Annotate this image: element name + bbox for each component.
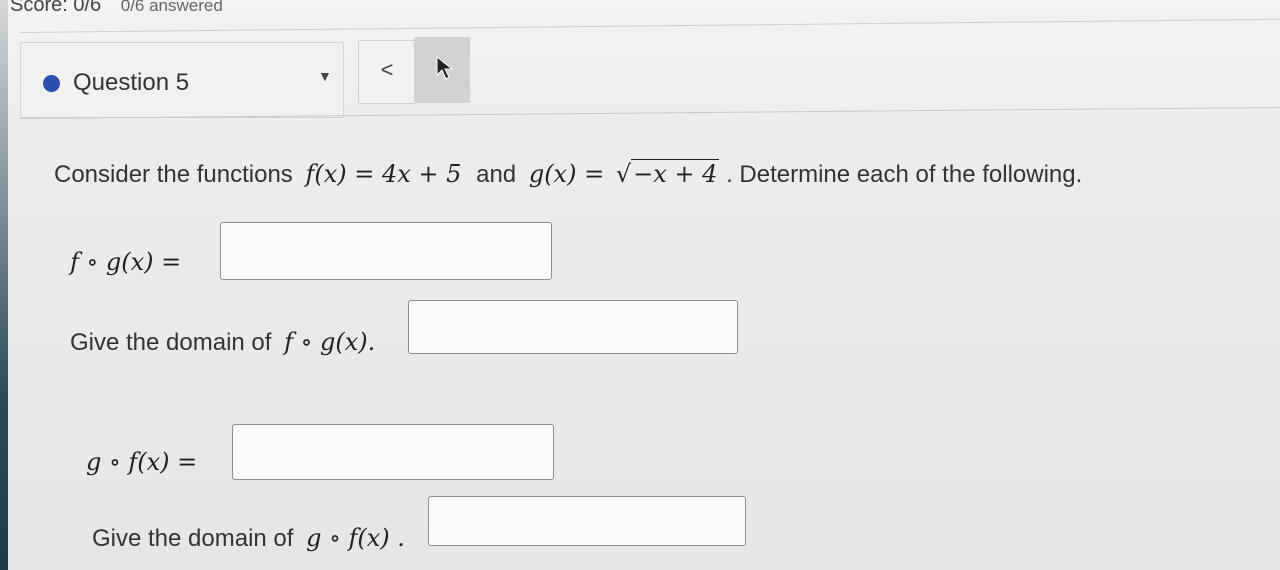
part-2-expression: f ∘ g(x). [284,328,376,356]
gof-answer-input[interactable] [232,424,554,480]
fog-answer-input[interactable] [220,222,552,280]
g-definition-lhs: g(x) = [528,160,612,188]
left-edge-bar [0,0,8,570]
part-4-expression: g ∘ f(x) . [306,524,405,552]
caret-down-icon: ▼ [318,68,332,84]
part-3-prompt: g ∘ f(x) = [86,448,197,477]
previous-question-button[interactable]: < [358,40,416,104]
sqrt-expression: √−x + 4 [615,159,720,188]
g-sqrt-radicand: −x + 4 [631,159,720,188]
question-status-dot [43,75,60,92]
question-selector[interactable]: Question 5 ▼ [20,42,344,118]
problem-statement: Consider the functions f(x) = 4x + 5 and… [54,159,1083,189]
part-3-expression: g ∘ f(x) = [86,448,198,476]
problem-intro: Consider the functions [54,161,293,188]
part-4-prompt: Give the domain of g ∘ f(x) . [92,524,405,553]
part-1-prompt: f ∘ g(x) = [70,248,181,277]
problem-and: and [476,161,517,188]
g-definition: g(x) = √−x + 4 [528,159,720,188]
part-2-text: Give the domain of [70,329,272,356]
part-1-expression: f ∘ g(x) = [70,248,182,276]
next-question-button[interactable] [414,37,470,103]
gof-domain-input[interactable] [428,496,746,546]
cursor-arrow-icon [436,55,454,80]
question-label: Question 5 [73,69,190,96]
problem-outro: . Determine each of the following. [726,161,1083,188]
part-2-prompt: Give the domain of f ∘ g(x). [70,328,375,357]
f-definition: f(x) = 4x + 5 [305,160,462,188]
part-4-text: Give the domain of [92,525,294,552]
score-line: Score: 0/6 0/6 answered [10,0,223,17]
answered-count: 0/6 answered [120,0,223,15]
fog-domain-input[interactable] [408,300,738,354]
score-text: Score: 0/6 [10,0,102,16]
